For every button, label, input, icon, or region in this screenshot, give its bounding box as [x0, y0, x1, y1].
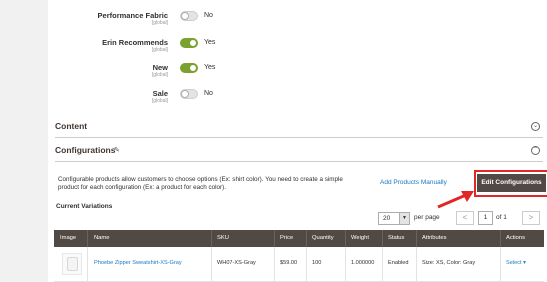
- product-image-placeholder[interactable]: [62, 253, 82, 275]
- table-row: Phoebe Zipper Sweatshirt-XS-Gray WH07-XS…: [54, 247, 544, 282]
- product-attributes: Size: XS, Color: Gray: [422, 260, 476, 266]
- highlight-box: [474, 170, 547, 197]
- column-divider: [382, 247, 383, 282]
- toggle-knob: [189, 39, 197, 47]
- toggle-knob: [189, 64, 197, 72]
- column-header-actions: Actions: [506, 235, 526, 241]
- attribute-label: Performance Fabric: [97, 11, 168, 20]
- attribute-label: New: [152, 63, 168, 72]
- column-divider: [345, 247, 346, 282]
- new-toggle[interactable]: [180, 63, 198, 73]
- attribute-scope: [global]: [151, 72, 168, 78]
- page-size-value: 20: [383, 215, 391, 222]
- attribute-row-new: New [global] Yes: [48, 63, 288, 83]
- configurations-section-title[interactable]: Configurations: [55, 145, 115, 155]
- erin-recommends-toggle[interactable]: [180, 38, 198, 48]
- column-header-attributes: Attributes: [422, 235, 447, 241]
- variations-grid-header: Image Name SKU Price Quantity Weight Sta…: [54, 230, 544, 247]
- column-divider: [500, 247, 501, 282]
- column-divider: [87, 247, 88, 282]
- toggle-value: No: [204, 90, 213, 97]
- page-total-label: of 1: [496, 214, 507, 221]
- expand-content-icon[interactable]: ⌄: [531, 122, 540, 131]
- column-divider: [274, 230, 275, 247]
- product-sku: WH07-XS-Gray: [217, 260, 256, 266]
- product-status: Enabled: [388, 260, 409, 266]
- column-divider: [345, 230, 346, 247]
- product-name-link[interactable]: Phoebe Zipper Sweatshirt-XS-Gray: [94, 260, 182, 266]
- column-divider: [211, 230, 212, 247]
- add-products-manually-link[interactable]: Add Products Manually: [380, 179, 447, 186]
- product-quantity: 100: [312, 260, 322, 266]
- current-variations-title: Current Variations: [56, 203, 113, 210]
- column-divider: [274, 247, 275, 282]
- image-placeholder-icon: [67, 257, 78, 271]
- column-header-price: Price: [280, 235, 294, 241]
- current-page-input[interactable]: 1: [478, 211, 493, 225]
- attribute-scope: [global]: [151, 98, 168, 104]
- product-weight: 1.000000: [351, 260, 375, 266]
- attribute-label: Sale: [152, 89, 168, 98]
- column-divider: [306, 247, 307, 282]
- attribute-row-performance-fabric: Performance Fabric [global] No: [48, 11, 288, 31]
- attribute-scope: [global]: [151, 47, 168, 53]
- column-header-status: Status: [388, 235, 405, 241]
- column-divider: [87, 230, 88, 247]
- next-page-button[interactable]: >: [522, 211, 540, 225]
- column-header-name: Name: [94, 235, 110, 241]
- section-divider: [55, 161, 543, 162]
- per-page-label: per page: [414, 214, 440, 221]
- column-divider: [416, 247, 417, 282]
- product-edit-panel: Performance Fabric [global] No Erin Reco…: [48, 0, 547, 282]
- column-header-image: Image: [60, 235, 77, 241]
- page-size-select[interactable]: 20 ▼: [378, 212, 410, 225]
- toggle-value: No: [204, 12, 213, 19]
- column-header-quantity: Quantity: [312, 235, 334, 241]
- previous-page-button[interactable]: <: [456, 211, 474, 225]
- attribute-row-sale: Sale [global] No: [48, 89, 288, 109]
- column-divider: [500, 230, 501, 247]
- toggle-value: Yes: [204, 64, 216, 71]
- pencil-icon[interactable]: ✎: [114, 146, 120, 154]
- attribute-scope: [global]: [151, 20, 168, 26]
- collapse-configurations-icon[interactable]: ⌃: [531, 146, 540, 155]
- column-header-weight: Weight: [351, 235, 369, 241]
- sale-toggle[interactable]: [180, 89, 198, 99]
- column-divider: [211, 247, 212, 282]
- column-divider: [382, 230, 383, 247]
- row-actions-select[interactable]: Select ▾: [506, 260, 526, 266]
- toggle-knob: [181, 90, 189, 98]
- toggle-value: Yes: [204, 39, 216, 46]
- configurations-description: Configurable products allow customers to…: [58, 176, 343, 191]
- attribute-row-erin-recommends: Erin Recommends [global] Yes: [48, 38, 288, 58]
- content-section-title[interactable]: Content: [55, 121, 87, 131]
- product-price: $59.00: [280, 260, 298, 266]
- attribute-label: Erin Recommends: [102, 38, 168, 47]
- column-header-sku: SKU: [217, 235, 229, 241]
- section-divider: [55, 137, 543, 138]
- performance-fabric-toggle[interactable]: [180, 11, 198, 21]
- toggle-knob: [181, 12, 189, 20]
- chevron-down-icon[interactable]: ▼: [399, 213, 409, 224]
- red-arrow-icon: [437, 191, 474, 209]
- column-divider: [416, 230, 417, 247]
- column-divider: [306, 230, 307, 247]
